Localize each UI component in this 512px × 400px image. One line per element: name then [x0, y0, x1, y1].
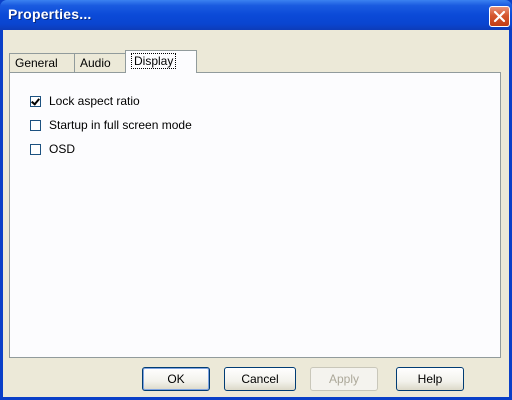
startup-fullscreen-checkbox[interactable] [30, 119, 41, 131]
lock-aspect-ratio-option[interactable]: Lock aspect ratio [30, 93, 140, 109]
tab-strip: General Audio Display [9, 50, 499, 73]
close-icon [493, 10, 506, 23]
tab-audio[interactable]: Audio [74, 53, 126, 72]
osd-label: OSD [49, 142, 76, 156]
display-tab-page: Lock aspect ratio Startup in full screen… [9, 72, 501, 358]
tab-display[interactable]: Display [125, 50, 197, 73]
startup-fullscreen-label: Startup in full screen mode [49, 118, 192, 132]
window-title: Properties... [8, 6, 92, 22]
tab-general[interactable]: General [9, 53, 75, 72]
lock-aspect-ratio-checkbox[interactable] [30, 95, 41, 107]
dialog-body: General Audio Display Lock aspect ratio … [3, 30, 509, 397]
tab-audio-label: Audio [80, 56, 111, 70]
title-bar[interactable]: Properties... [0, 0, 512, 30]
osd-option[interactable]: OSD [30, 141, 75, 157]
cancel-button[interactable]: Cancel [224, 367, 296, 391]
properties-dialog: Properties... General Audio Display Lock… [0, 0, 512, 400]
osd-checkbox[interactable] [30, 143, 41, 155]
help-button[interactable]: Help [396, 367, 464, 391]
tab-display-label: Display [131, 53, 177, 69]
tab-general-label: General [15, 56, 58, 70]
lock-aspect-ratio-label: Lock aspect ratio [49, 94, 140, 108]
ok-button[interactable]: OK [142, 367, 210, 391]
startup-fullscreen-option[interactable]: Startup in full screen mode [30, 117, 192, 133]
apply-button[interactable]: Apply [310, 367, 378, 391]
close-button[interactable] [489, 6, 510, 27]
